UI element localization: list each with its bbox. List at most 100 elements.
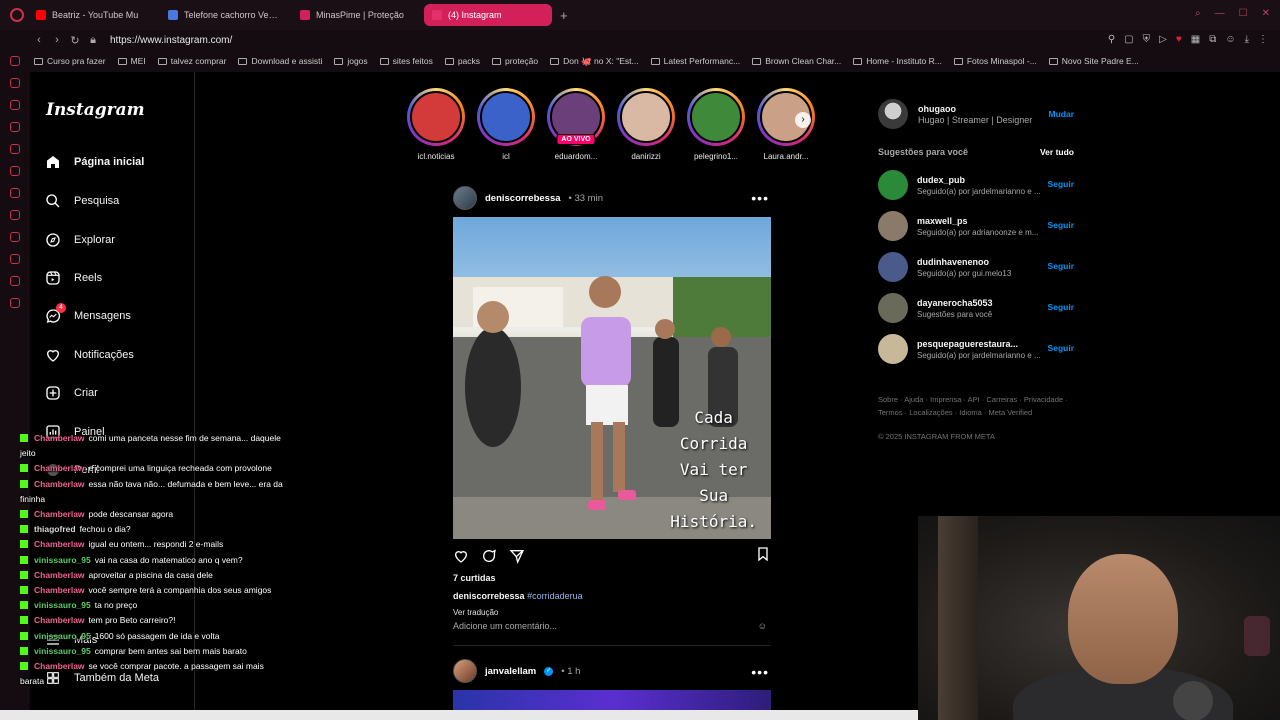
bookmark-item[interactable]: Latest Performanc... xyxy=(650,56,740,66)
forward-icon[interactable]: › xyxy=(48,34,66,46)
browser-tab[interactable]: (4) Instagram xyxy=(424,4,552,26)
favorite-heart-icon[interactable]: ♥ xyxy=(1176,34,1182,45)
puzzle-icon[interactable]: ⧉ xyxy=(1209,34,1216,45)
sidebar-app-icon[interactable] xyxy=(10,122,20,132)
sidebar-app-icon[interactable] xyxy=(10,232,20,242)
share-icon[interactable] xyxy=(509,548,525,564)
shield-icon[interactable]: ⛨ xyxy=(1143,34,1151,45)
nav-item-messenger[interactable]: 4 Mensagens xyxy=(44,303,131,328)
sidebar-app-icon[interactable] xyxy=(10,254,20,264)
suggestion-username[interactable]: pesquepaguerestaura... xyxy=(917,339,1041,349)
sidebar-app-icon[interactable] xyxy=(10,188,20,198)
avatar[interactable] xyxy=(453,659,477,683)
extensions-icon[interactable]: ▦ xyxy=(1191,34,1200,45)
switch-account-link[interactable]: Mudar xyxy=(1049,109,1075,119)
post-image[interactable]: Cada Corrida Vai ter Sua História. xyxy=(453,217,771,539)
follow-button[interactable]: Seguir xyxy=(1048,261,1074,271)
post-more-button[interactable]: ••• xyxy=(751,664,769,680)
sidebar-app-icon[interactable] xyxy=(10,276,20,286)
suggestion-username[interactable]: dudinhavenenoo xyxy=(917,257,1011,267)
url-field[interactable]: https://www.instagram.com/ xyxy=(110,35,232,46)
like-heart-icon[interactable] xyxy=(453,548,469,564)
emoji-icon[interactable]: ☺ xyxy=(758,621,767,631)
caption-hashtag[interactable]: #corridaderua xyxy=(527,591,583,601)
bookmark-item[interactable]: Novo Site Padre E... xyxy=(1048,56,1139,66)
instagram-logo[interactable]: Instagram xyxy=(46,100,145,120)
avatar[interactable] xyxy=(878,293,908,323)
avatar[interactable] xyxy=(878,99,908,129)
avatar[interactable] xyxy=(878,170,908,200)
bookmark-item[interactable]: packs xyxy=(444,56,480,66)
sidebar-app-icon[interactable] xyxy=(10,210,20,220)
stories-next-button[interactable]: › xyxy=(795,112,811,128)
minimize-icon[interactable]: — xyxy=(1215,8,1225,19)
suggestion-username[interactable]: maxwell_ps xyxy=(917,216,1038,226)
bookmark-item[interactable]: Brown Clean Char... xyxy=(752,56,841,66)
sidebar-app-icon[interactable] xyxy=(10,144,20,154)
play-icon[interactable]: ▷ xyxy=(1159,34,1167,45)
follow-button[interactable]: Seguir xyxy=(1048,302,1074,312)
avatar[interactable] xyxy=(878,252,908,282)
browser-tab[interactable]: MinasPime | Proteção xyxy=(292,4,420,26)
story-item[interactable]: pelegrino1... xyxy=(685,88,747,161)
bookmark-item[interactable]: Download e assisti xyxy=(238,56,322,66)
avatar[interactable] xyxy=(878,211,908,241)
comment-icon[interactable] xyxy=(481,548,497,564)
bookmark-item[interactable]: proteção xyxy=(492,56,538,66)
post-more-button[interactable]: ••• xyxy=(751,190,769,206)
follow-button[interactable]: Seguir xyxy=(1048,179,1074,189)
bookmark-item[interactable]: Curso pra fazer xyxy=(34,56,106,66)
sidebar-app-icon[interactable] xyxy=(10,56,20,66)
story-item[interactable]: icl.noticias xyxy=(405,88,467,161)
bookmark-item[interactable]: Fotos Minaspol -... xyxy=(953,56,1037,66)
close-window-icon[interactable]: ✕ xyxy=(1262,8,1270,19)
follow-button[interactable]: Seguir xyxy=(1048,343,1074,353)
post-username[interactable]: deniscorrebessa xyxy=(485,193,561,204)
download-icon[interactable]: ⤓ xyxy=(1245,34,1249,45)
story-item[interactable]: danirizzi xyxy=(615,88,677,161)
comment-input[interactable]: Adicione um comentário... ☺ xyxy=(453,621,771,631)
account-username[interactable]: ohugaoo xyxy=(918,104,1032,114)
bookmark-item[interactable]: jogos xyxy=(334,56,368,66)
new-tab-button[interactable]: + xyxy=(560,8,568,23)
suggestion-username[interactable]: dayanerocha5053 xyxy=(917,298,993,308)
nav-item-heart[interactable]: Notificações xyxy=(44,343,134,367)
maximize-icon[interactable]: ☐ xyxy=(1239,8,1248,19)
suggestion-username[interactable]: dudex_pub xyxy=(917,175,1041,185)
opera-logo-icon[interactable] xyxy=(10,8,24,22)
nav-item-search[interactable]: Pesquisa xyxy=(44,189,119,213)
bookmark-item[interactable]: sites feitos xyxy=(379,56,433,66)
avatar[interactable] xyxy=(453,186,477,210)
sidebar-app-icon[interactable] xyxy=(10,166,20,176)
sidebar-app-icon[interactable] xyxy=(10,78,20,88)
browser-tab[interactable]: Beatriz - YouTube Mu xyxy=(28,4,156,26)
likes-count[interactable]: 7 curtidas xyxy=(453,573,496,583)
caption-username[interactable]: deniscorrebessa xyxy=(453,591,525,601)
sidebar-app-icon[interactable] xyxy=(10,100,20,110)
bookmark-item[interactable]: Home - Instituto R... xyxy=(853,56,942,66)
avatar[interactable] xyxy=(878,334,908,364)
follow-button[interactable]: Seguir xyxy=(1048,220,1074,230)
snapshot-icon[interactable]: ▢ xyxy=(1124,34,1133,45)
nav-item-plus-square[interactable]: Criar xyxy=(44,381,98,405)
nav-item-home[interactable]: Página inicial xyxy=(44,150,144,174)
see-translation-link[interactable]: Ver tradução xyxy=(453,608,498,617)
bookmark-item[interactable]: Don 🐙 no X: "Est... xyxy=(550,56,639,67)
see-all-link[interactable]: Ver tudo xyxy=(1040,147,1074,157)
footer-links[interactable]: Sobre · Ajuda · Imprensa · API · Carreir… xyxy=(878,393,1078,419)
bookmark-icon[interactable] xyxy=(755,546,771,562)
pin-icon[interactable]: ⚲ xyxy=(1108,34,1115,45)
story-item[interactable]: AO VIVO eduardom... xyxy=(545,88,607,161)
back-icon[interactable]: ‹ xyxy=(30,34,48,46)
search-tabs-icon[interactable]: ⌕ xyxy=(1195,8,1201,19)
reload-icon[interactable]: ↻ xyxy=(66,34,84,47)
nav-item-reels[interactable]: Reels xyxy=(44,266,102,290)
browser-tab[interactable]: Telefone cachorro Vector xyxy=(160,4,288,26)
sidebar-app-icon[interactable] xyxy=(10,298,20,308)
nav-item-compass[interactable]: Explorar xyxy=(44,228,115,252)
bookmark-item[interactable]: MEI xyxy=(117,56,146,66)
menu-icon[interactable]: ⋮ xyxy=(1258,34,1268,45)
profile-icon[interactable]: ☺ xyxy=(1225,34,1235,45)
post-username[interactable]: janvalellam xyxy=(485,666,536,677)
bookmark-item[interactable]: talvez comprar xyxy=(157,56,226,66)
